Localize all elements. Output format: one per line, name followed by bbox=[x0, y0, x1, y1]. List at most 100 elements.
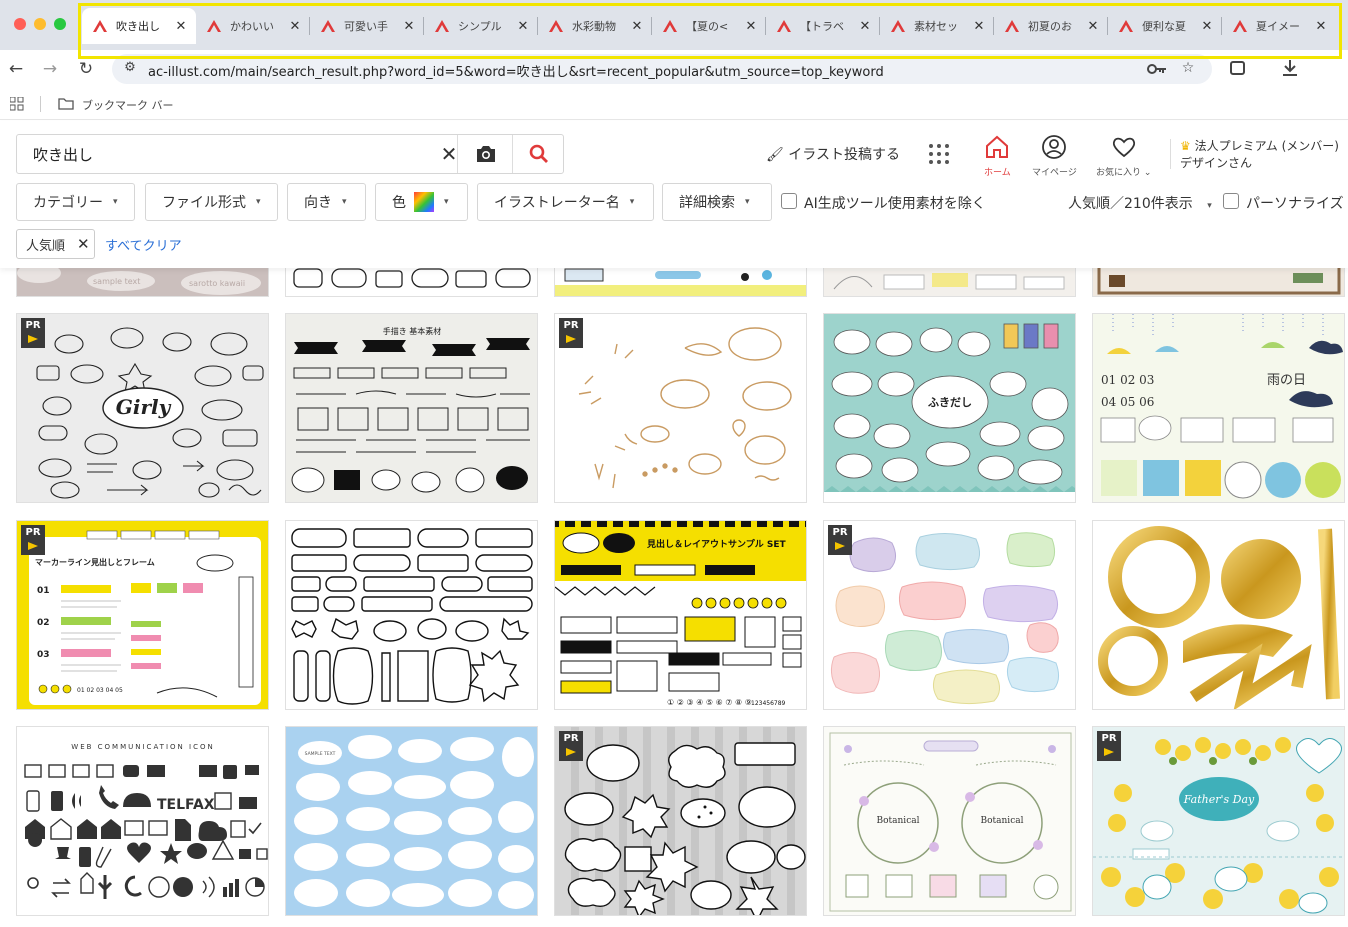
speech-bubble-illustration: ふきだし bbox=[824, 323, 1075, 502]
result-thumbnail[interactable]: sample text sarotto kawaii bbox=[16, 268, 269, 297]
close-icon[interactable]: ✕ bbox=[1084, 19, 1102, 34]
reload-icon[interactable]: ↻ bbox=[74, 57, 98, 81]
result-thumbnail[interactable]: 手描き 基本素材 bbox=[285, 313, 538, 503]
result-thumbnail[interactable] bbox=[554, 268, 807, 297]
pr-badge: PR bbox=[1097, 731, 1121, 761]
result-thumbnail[interactable] bbox=[285, 520, 538, 710]
result-thumbnail[interactable] bbox=[1092, 268, 1345, 297]
svg-text:02: 02 bbox=[37, 618, 50, 628]
result-thumbnail[interactable]: PR bbox=[554, 313, 807, 503]
bookmark-star-icon[interactable]: ☆ bbox=[1178, 60, 1198, 78]
speech-bubble-illustration: 雨の日 01 02 03 04 05 06 bbox=[1100, 314, 1343, 499]
personalize-checkbox[interactable] bbox=[1223, 193, 1239, 209]
tab-8[interactable]: 初夏のお ✕ bbox=[994, 8, 1108, 44]
tab-2[interactable]: 可愛い手 ✕ bbox=[310, 8, 424, 44]
result-thumbnail[interactable]: ふきだし bbox=[823, 313, 1076, 503]
tab-3[interactable]: シンプル ✕ bbox=[424, 8, 538, 44]
download-icon[interactable] bbox=[1280, 59, 1300, 77]
close-icon[interactable]: ✕ bbox=[514, 19, 532, 34]
result-thumbnail[interactable]: Botanical Botanical bbox=[823, 726, 1076, 916]
result-thumbnail[interactable]: PR bbox=[823, 520, 1076, 710]
advanced-search-filter[interactable]: 詳細検索 ▾ bbox=[662, 183, 772, 221]
result-thumbnail[interactable]: PR マーカーライン見出しとフレーム 01 02 03 01 02 03 04 05 bbox=[16, 520, 269, 710]
address-bar[interactable]: ⚙ ac-illust.com/main/search_result.php?w… bbox=[112, 54, 1212, 84]
tab-9[interactable]: 便利な夏 ✕ bbox=[1108, 8, 1222, 44]
tab-7[interactable]: 素材セッ ✕ bbox=[880, 8, 994, 44]
megaphone-icon bbox=[28, 542, 38, 550]
premium-account[interactable]: ♛ 法人プレミアム (メンバー) デザインさん bbox=[1180, 138, 1339, 172]
ac-logo-icon bbox=[777, 20, 791, 32]
grid-dots-icon bbox=[929, 144, 949, 164]
ac-logo-icon bbox=[207, 20, 221, 32]
result-thumbnail[interactable]: PR Girly bbox=[16, 313, 269, 503]
tab-1[interactable]: かわいい ✕ bbox=[196, 8, 310, 44]
result-thumbnail[interactable] bbox=[823, 268, 1076, 297]
color-filter[interactable]: 色 ▾ bbox=[375, 183, 468, 221]
chevron-down-icon: ▾ bbox=[1207, 201, 1212, 211]
pr-label: PR bbox=[25, 320, 41, 331]
result-thumbnail[interactable]: 雨の日 01 02 03 04 05 06 bbox=[1092, 313, 1345, 503]
close-icon[interactable]: ✕ bbox=[172, 19, 190, 34]
back-arrow-icon[interactable]: ← bbox=[4, 57, 28, 81]
close-icon[interactable]: ✕ bbox=[856, 19, 874, 34]
forward-arrow-icon[interactable]: → bbox=[38, 57, 62, 81]
illustrator-filter[interactable]: イラストレーター名 ▾ bbox=[477, 183, 654, 221]
tab-6[interactable]: 【トラベ ✕ bbox=[766, 8, 880, 44]
exclude-ai-checkbox[interactable] bbox=[781, 193, 797, 209]
thumbnail-text: Girly bbox=[116, 395, 172, 419]
result-thumbnail[interactable] bbox=[285, 268, 538, 297]
home-nav-button[interactable]: ホーム bbox=[984, 135, 1011, 178]
result-thumbnail[interactable]: PR Father's Day bbox=[1092, 726, 1345, 916]
orientation-filter[interactable]: 向き ▾ bbox=[287, 183, 366, 221]
result-thumbnail[interactable]: PR bbox=[554, 726, 807, 916]
thumbnail-text: 見出し＆レイアウトサンプル SET bbox=[646, 538, 786, 550]
search-input[interactable] bbox=[17, 135, 427, 173]
tab-title: 水彩動物 bbox=[572, 20, 616, 33]
chevron-down-icon: ▾ bbox=[342, 197, 347, 207]
search-button[interactable] bbox=[512, 135, 564, 173]
window-minimize-button[interactable] bbox=[34, 18, 46, 30]
speech-bubble-illustration: 手描き 基本素材 bbox=[291, 326, 530, 493]
result-thumbnail[interactable]: 見出し＆レイアウトサンプル SET ① ② ③ ④ ⑤ ⑥ ⑦ ⑧ ⑨ 1234… bbox=[554, 520, 807, 710]
window-zoom-button[interactable] bbox=[54, 18, 66, 30]
post-illust-link[interactable]: 🖌 イラスト投稿する bbox=[766, 144, 900, 164]
result-thumbnail[interactable]: SAMPLE TEXT bbox=[285, 726, 538, 916]
speech-bubble-illustration bbox=[291, 528, 533, 705]
clear-all-link[interactable]: すべてクリア bbox=[105, 235, 182, 254]
extensions-icon[interactable] bbox=[1228, 59, 1248, 77]
close-icon[interactable]: ✕ bbox=[1312, 19, 1330, 34]
image-search-button[interactable] bbox=[457, 135, 513, 173]
close-icon[interactable]: ✕ bbox=[970, 19, 988, 34]
close-icon[interactable]: ✕ bbox=[400, 19, 418, 34]
close-icon[interactable]: ✕ bbox=[628, 19, 646, 34]
speech-bubble-illustration bbox=[1098, 526, 1340, 709]
thumbnail-text: 雨の日 bbox=[1267, 373, 1306, 388]
window-close-button[interactable] bbox=[14, 18, 26, 30]
tab-10[interactable]: 夏イメー ✕ bbox=[1222, 8, 1336, 44]
close-icon[interactable]: ✕ bbox=[286, 19, 304, 34]
mypage-nav-button[interactable]: マイページ bbox=[1032, 135, 1077, 178]
close-icon[interactable]: ✕ bbox=[77, 235, 90, 253]
sort-chip[interactable]: 人気順 ✕ bbox=[16, 229, 95, 259]
sort-select[interactable]: 人気順／210件表示 ▾ bbox=[1068, 193, 1212, 213]
chevron-down-icon: ▾ bbox=[113, 197, 118, 207]
favorites-label: お気に入り ⌄ bbox=[1096, 168, 1152, 178]
service-menu-button[interactable] bbox=[928, 143, 950, 169]
apps-grid-icon[interactable] bbox=[10, 97, 24, 111]
url-text: ac-illust.com/main/search_result.php?wor… bbox=[148, 65, 884, 80]
tab-title: 【夏の< bbox=[686, 20, 729, 33]
password-key-icon[interactable] bbox=[1146, 60, 1168, 78]
file-format-filter[interactable]: ファイル形式 ▾ bbox=[145, 183, 278, 221]
favorites-nav-button[interactable]: お気に入り ⌄ bbox=[1096, 135, 1151, 178]
result-thumbnail[interactable] bbox=[1092, 520, 1345, 710]
close-icon[interactable]: ✕ bbox=[742, 19, 760, 34]
tab-0[interactable]: 吹き出し ✕ bbox=[82, 8, 196, 44]
post-illust-label: イラスト投稿する bbox=[788, 147, 900, 163]
site-settings-icon[interactable]: ⚙ bbox=[120, 60, 140, 78]
category-filter[interactable]: カテゴリー ▾ bbox=[16, 183, 135, 221]
close-icon[interactable]: ✕ bbox=[1198, 19, 1216, 34]
result-thumbnail[interactable]: WEB COMMUNICATION ICON TEL FAX bbox=[16, 726, 269, 916]
tab-4[interactable]: 水彩動物 ✕ bbox=[538, 8, 652, 44]
bookmark-bar-label[interactable]: ブックマーク バー bbox=[82, 97, 174, 113]
tab-5[interactable]: 【夏の< ✕ bbox=[652, 8, 766, 44]
